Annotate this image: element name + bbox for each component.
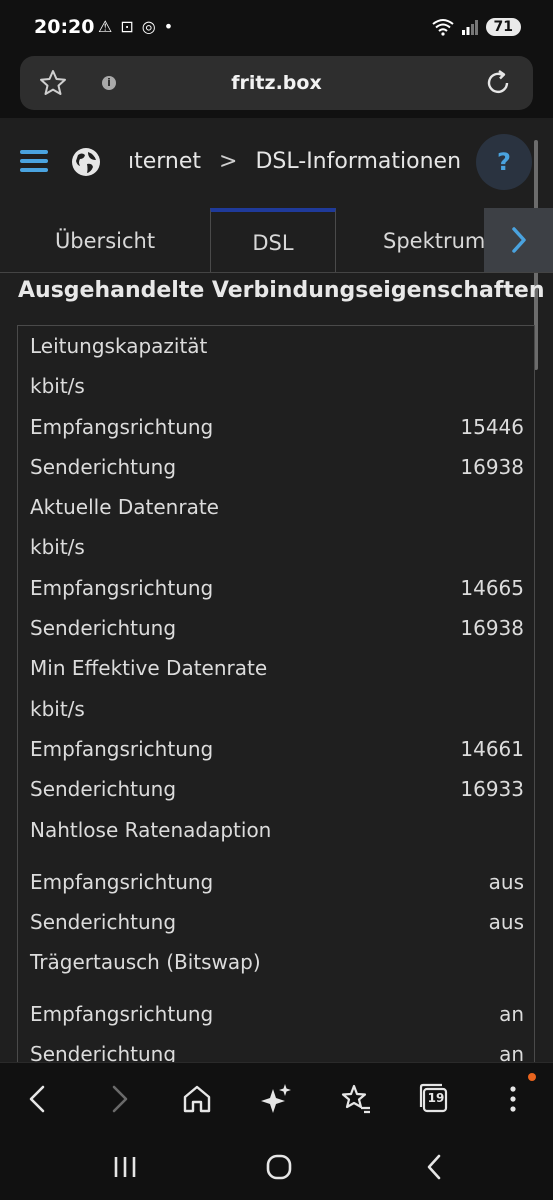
row-label: Nahtlose Ratenadaption — [30, 817, 272, 842]
hamburger-menu-button[interactable] — [20, 150, 48, 172]
row-label: Empfangsrichtung — [30, 414, 214, 439]
url-text[interactable]: fritz.box — [20, 72, 533, 94]
row-label: Leitungskapazität — [30, 334, 208, 358]
menu-line — [20, 150, 48, 154]
table-row: Min Effektive Datenrate — [18, 648, 534, 688]
table-row: Empfangsrichtung an — [18, 994, 534, 1034]
wifi-icon — [431, 19, 454, 36]
recent-apps-icon[interactable] — [110, 1152, 140, 1182]
help-button[interactable]: ? — [476, 134, 532, 190]
globe-icon[interactable] — [70, 146, 102, 178]
browser-address-area: i fritz.box — [0, 48, 553, 118]
table-row: Leitungskapazität — [18, 326, 534, 366]
table-row: Senderichtung 16938 — [18, 608, 534, 648]
bookmarks-icon[interactable] — [337, 1081, 373, 1117]
whatsapp-icon: ◎ — [141, 17, 156, 36]
row-value: 16938 — [460, 454, 524, 479]
forward-icon[interactable] — [101, 1081, 137, 1117]
table-row: kbit/s — [18, 689, 534, 729]
row-label: Min Effektive Datenrate — [30, 656, 268, 681]
table-row: Senderichtung 16933 — [18, 769, 534, 809]
back-nav-icon[interactable] — [420, 1152, 450, 1182]
row-value: 14665 — [460, 575, 524, 600]
tabs-next-button[interactable] — [484, 208, 553, 272]
row-value: 16938 — [460, 616, 524, 641]
table-row: Empfangsrichtung 14665 — [18, 568, 534, 608]
browser-toolbar: 19 — [0, 1062, 553, 1139]
menu-line — [20, 159, 48, 163]
menu-line — [20, 168, 48, 172]
connection-properties-table: Leitungskapazität kbit/s Empfangsrichtun… — [17, 325, 535, 1066]
row-value: 14661 — [460, 736, 524, 761]
row-label: Senderichtung — [30, 909, 177, 934]
row-value: aus — [488, 909, 524, 934]
breadcrumb: ıternet > DSL-Informationen — [128, 149, 461, 174]
table-row: Senderichtung aus — [18, 902, 534, 942]
tab-uebersicht[interactable]: Übersicht — [0, 208, 210, 272]
row-label: Senderichtung — [30, 616, 177, 641]
row-value: 15446 — [460, 414, 524, 439]
tabs-count: 19 — [427, 1091, 445, 1105]
row-value: 16933 — [460, 777, 524, 802]
table-row: kbit/s — [18, 527, 534, 567]
screenshot-icon: ⊡ — [120, 17, 134, 36]
more-menu-icon[interactable] — [495, 1081, 531, 1117]
row-value: aus — [488, 869, 524, 894]
table-row: Empfangsrichtung 15446 — [18, 407, 534, 447]
table-row: Senderichtung 16938 — [18, 447, 534, 487]
tab-bar: Übersicht DSL Spektrum — [0, 208, 553, 273]
table-row: Empfangsrichtung 14661 — [18, 729, 534, 769]
row-label: Empfangsrichtung — [30, 575, 214, 600]
system-navigation-bar — [0, 1138, 553, 1200]
tab-dsl[interactable]: DSL — [210, 208, 336, 272]
signal-icon — [461, 20, 478, 35]
table-row: Trägertausch (Bitswap) — [18, 942, 534, 994]
breadcrumb-current: DSL-Informationen — [255, 149, 462, 174]
reload-icon[interactable] — [483, 68, 513, 98]
row-label: Aktuelle Datenrate — [30, 495, 219, 520]
notification-badge-icon — [528, 1073, 536, 1081]
page-header: ıternet > DSL-Informationen ? — [0, 118, 553, 210]
battery-icon: 71 — [485, 18, 521, 36]
breadcrumb-separator: > — [219, 149, 238, 174]
row-label: kbit/s — [30, 535, 85, 560]
notification-dot-icon: • — [163, 17, 174, 36]
row-label: Senderichtung — [30, 777, 177, 802]
section-title: Ausgehandelte Verbindungseigenschaften — [18, 278, 545, 303]
ai-sparkle-icon[interactable] — [258, 1081, 294, 1117]
row-label: Trägertausch (Bitswap) — [30, 950, 261, 975]
home-icon[interactable] — [179, 1081, 215, 1117]
back-icon[interactable] — [20, 1081, 56, 1117]
address-bar[interactable]: i fritz.box — [20, 56, 533, 110]
chevron-right-icon — [511, 227, 526, 253]
row-value: an — [499, 1002, 524, 1027]
home-nav-icon[interactable] — [264, 1152, 294, 1182]
table-row: Aktuelle Datenrate — [18, 487, 534, 527]
row-label: Empfangsrichtung — [30, 1002, 214, 1027]
table-row: Nahtlose Ratenadaption — [18, 810, 534, 862]
row-label: Empfangsrichtung — [30, 736, 214, 761]
row-label: Empfangsrichtung — [30, 869, 214, 894]
status-system-icons: 71 — [431, 18, 521, 36]
table-row: kbit/s — [18, 366, 534, 406]
status-time: 20:20 — [34, 16, 95, 38]
tabs-button[interactable]: 19 — [416, 1081, 452, 1117]
row-label: Senderichtung — [30, 454, 177, 479]
warning-icon: ⚠ — [98, 17, 113, 36]
status-notification-icons: ⚠ ⊡ ◎ • — [98, 17, 173, 36]
row-label: kbit/s — [30, 374, 85, 399]
row-label: kbit/s — [30, 696, 85, 721]
breadcrumb-parent[interactable]: ıternet — [128, 149, 201, 174]
table-row: Empfangsrichtung aus — [18, 862, 534, 902]
